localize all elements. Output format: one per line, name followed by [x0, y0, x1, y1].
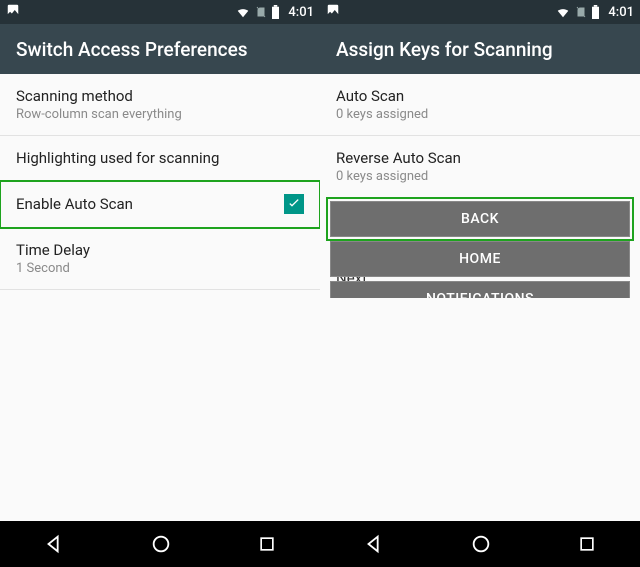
screenshot-icon — [326, 3, 340, 21]
app-bar-title: Assign Keys for Scanning — [320, 24, 640, 74]
sim-off-icon — [575, 5, 587, 19]
back-button[interactable]: BACK — [330, 201, 630, 237]
screenshot-icon — [6, 3, 20, 21]
row-subtitle: 1 Second — [16, 261, 304, 276]
button-label: BACK — [461, 211, 499, 227]
row-time-delay[interactable]: Time Delay 1 Second — [0, 228, 320, 290]
nav-back-icon[interactable] — [43, 533, 65, 555]
checkbox-checked-icon[interactable] — [284, 194, 304, 214]
row-assign-keys-scanning[interactable]: Assign Keys for Scanning — [0, 290, 320, 298]
row-title: Enable Auto Scan — [16, 195, 284, 213]
nav-home-icon[interactable] — [470, 533, 492, 555]
row-title: Scanning method — [16, 87, 304, 105]
row-title: Highlighting used for scanning — [16, 149, 304, 167]
row-scanning-method[interactable]: Scanning method Row-column scan everythi… — [0, 74, 320, 136]
spacer — [0, 298, 320, 522]
wifi-icon — [555, 5, 571, 19]
phone-right: 4:01 Assign Keys for Scanning Auto Scan … — [320, 0, 640, 567]
page-title: Assign Keys for Scanning — [336, 38, 553, 61]
row-title: Reverse Auto Scan — [336, 149, 624, 167]
row-title: Time Delay — [16, 241, 304, 259]
nav-recent-icon[interactable] — [257, 534, 277, 554]
assign-content: Auto Scan 0 keys assigned Reverse Auto S… — [320, 74, 640, 298]
battery-icon — [591, 5, 600, 19]
row-reverse-auto-scan[interactable]: Reverse Auto Scan 0 keys assigned — [320, 136, 640, 197]
spacer — [320, 298, 640, 522]
nav-recent-icon[interactable] — [577, 534, 597, 554]
status-time: 4:01 — [608, 5, 634, 20]
sim-off-icon — [255, 5, 267, 19]
row-title: Auto Scan — [336, 87, 624, 105]
phone-left: 4:01 Switch Access Preferences Scanning … — [0, 0, 320, 567]
status-bar: 4:01 — [320, 0, 640, 24]
row-subtitle: Row-column scan everything — [16, 107, 304, 122]
status-bar: 4:01 — [0, 0, 320, 24]
row-highlighting[interactable]: Highlighting used for scanning — [0, 136, 320, 181]
status-time: 4:01 — [288, 5, 314, 20]
wifi-icon — [235, 5, 251, 19]
notifications-button[interactable]: NOTIFICATIONS — [330, 281, 630, 298]
row-enable-auto-scan[interactable]: Enable Auto Scan — [0, 181, 320, 228]
app-bar-title: Switch Access Preferences — [0, 24, 320, 74]
home-button[interactable]: HOME — [330, 241, 630, 277]
button-label: NOTIFICATIONS — [426, 291, 534, 298]
page-title: Switch Access Preferences — [16, 38, 248, 61]
button-label: HOME — [459, 251, 501, 267]
action-button-stack: Next 0 keys assigned BACK HOME NOTIFICAT… — [320, 201, 640, 298]
battery-icon — [271, 5, 280, 19]
row-auto-scan[interactable]: Auto Scan 0 keys assigned — [320, 74, 640, 136]
nav-home-icon[interactable] — [150, 533, 172, 555]
row-subtitle: 0 keys assigned — [336, 169, 624, 184]
navigation-bar — [0, 521, 320, 567]
nav-back-icon[interactable] — [363, 533, 385, 555]
settings-list: Scanning method Row-column scan everythi… — [0, 74, 320, 298]
row-subtitle: 0 keys assigned — [336, 107, 624, 122]
navigation-bar — [320, 521, 640, 567]
